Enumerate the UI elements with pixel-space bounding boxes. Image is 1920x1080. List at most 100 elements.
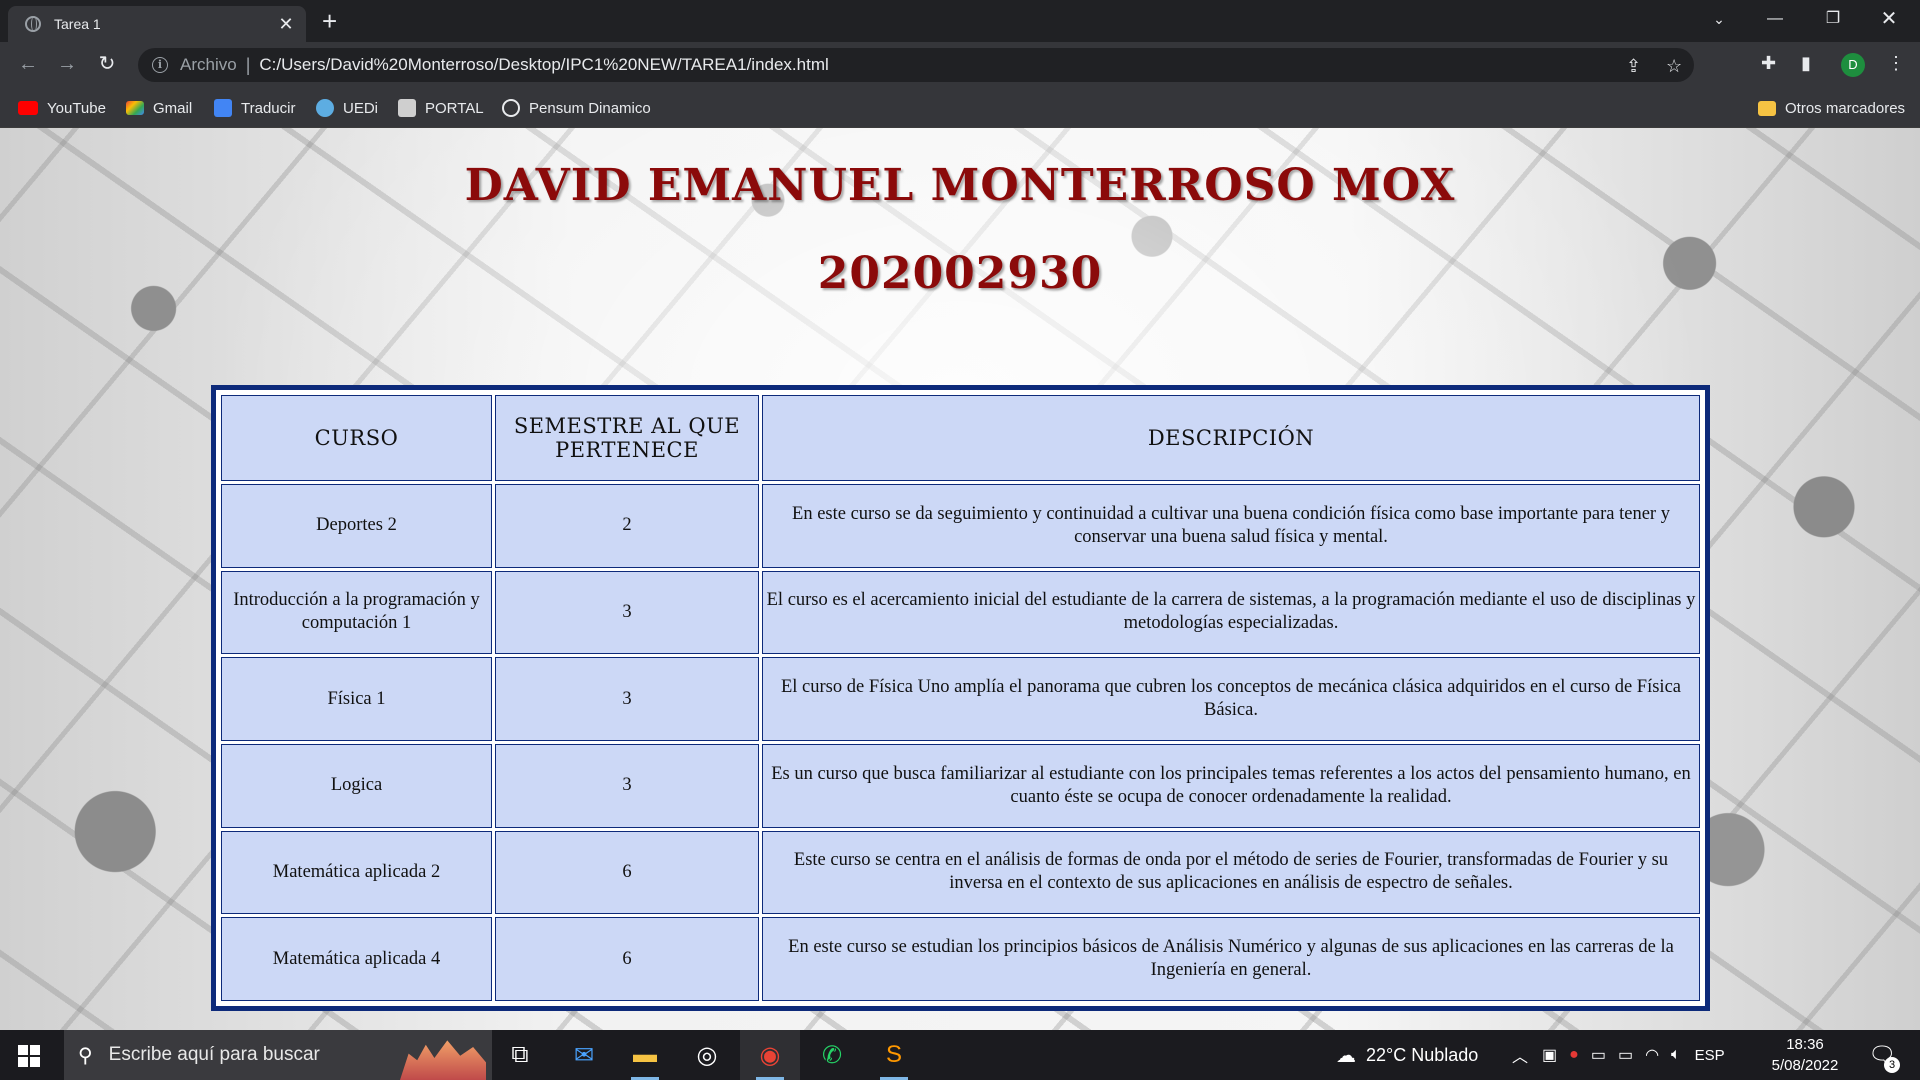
youtube-icon xyxy=(18,101,38,115)
cell-descripcion: Es un curso que busca familiarizar al es… xyxy=(762,743,1700,828)
cell-curso: Deportes 2 xyxy=(221,484,492,568)
folder-icon xyxy=(1758,100,1776,116)
new-tab-button[interactable]: + xyxy=(322,8,337,34)
taskbar-search[interactable]: ⚲ Escribe aquí para buscar xyxy=(64,1030,492,1080)
extensions-icon[interactable]: ✚ xyxy=(1761,53,1776,74)
cell-semestre: 2 xyxy=(495,484,759,568)
bookmark-traducir[interactable]: Traducir xyxy=(214,96,295,120)
star-icon[interactable]: ☆ xyxy=(1666,56,1682,77)
cell-descripcion: Este curso se centra en el análisis de f… xyxy=(762,830,1700,915)
bookmark-uedi[interactable]: UEDi xyxy=(316,96,378,120)
windows-logo-icon-part xyxy=(30,1057,40,1067)
globe-icon xyxy=(25,16,41,32)
clock-time: 18:36 xyxy=(1786,1036,1824,1053)
volume-icon[interactable]: 🔈︎ xyxy=(1671,1046,1681,1064)
cloud-icon: ☁ xyxy=(1336,1044,1356,1067)
battery-icon[interactable]: ▭ xyxy=(1618,1045,1633,1065)
tray-icons: ︿ ▣ ● ▭ ▭ ◠ 🔈︎ ESP xyxy=(1512,1030,1725,1080)
bookmark-youtube[interactable]: YouTube xyxy=(18,96,106,120)
bookmark-label: Traducir xyxy=(241,99,296,117)
notification-count-badge: 3 xyxy=(1884,1057,1900,1073)
bookmark-gmail[interactable]: Gmail xyxy=(126,96,192,120)
cell-curso: Matemática aplicada 2 xyxy=(221,830,492,915)
display-icon[interactable]: ▭ xyxy=(1591,1045,1606,1065)
table-row: Deportes 2 2 En este curso se da seguimi… xyxy=(221,484,1700,568)
close-tab-icon[interactable]: ✕ xyxy=(276,14,296,35)
cell-descripcion: En este curso se estudian los principios… xyxy=(762,917,1700,1001)
mail-app-icon[interactable]: ✉ xyxy=(554,1030,614,1080)
cell-semestre: 3 xyxy=(495,570,759,655)
translate-icon xyxy=(214,99,232,117)
file-explorer-icon[interactable]: ▬ xyxy=(615,1030,675,1080)
bookmark-label: Pensum Dinamico xyxy=(529,99,651,117)
cell-curso: Matemática aplicada 4 xyxy=(221,917,492,1001)
page-title: DAVID EMANUEL MONTERROSO MOX xyxy=(464,160,1456,211)
chevron-up-icon[interactable]: ︿ xyxy=(1512,1043,1528,1067)
address-bar[interactable]: i Archivo | C:/Users/David%20Monterroso/… xyxy=(138,48,1694,82)
language-indicator[interactable]: ESP xyxy=(1695,1047,1725,1064)
restore-button[interactable]: ❐ xyxy=(1810,4,1856,34)
cell-semestre: 6 xyxy=(495,917,759,1001)
taskbar-clock[interactable]: 18:36 5/08/2022 xyxy=(1755,1034,1855,1076)
forward-button[interactable]: → xyxy=(52,52,82,76)
whatsapp-app-icon[interactable]: ✆ xyxy=(802,1030,862,1080)
bookmark-label: Gmail xyxy=(153,99,193,117)
bookmarks-bar: YouTube Gmail Traducir UEDi PORTAL Pensu… xyxy=(0,88,1920,128)
uedi-icon xyxy=(316,99,334,117)
browser-toolbar: ← → ↻ i Archivo | C:/Users/David%20Monte… xyxy=(0,42,1920,88)
windows-taskbar: ⚲ Escribe aquí para buscar ⧉ ✉ ▬ ◎ ◉ ✆ S… xyxy=(0,1030,1920,1080)
tab-title: Tarea 1 xyxy=(54,16,101,32)
cell-descripcion: El curso es el acercamiento inicial del … xyxy=(762,570,1700,655)
search-icon: ⚲ xyxy=(78,1044,93,1067)
task-view-icon[interactable]: ⧉ xyxy=(490,1030,550,1080)
table-row: Física 1 3 El curso de Física Uno amplía… xyxy=(221,657,1700,741)
clock-date: 5/08/2022 xyxy=(1771,1057,1839,1074)
cell-semestre: 3 xyxy=(495,743,759,828)
bookmark-label: YouTube xyxy=(47,99,106,117)
weather-text: 22°C Nublado xyxy=(1366,1044,1479,1065)
bookmark-label: UEDi xyxy=(343,99,379,117)
browser-tab[interactable]: Tarea 1 ✕ xyxy=(8,6,306,42)
other-bookmarks-label: Otros marcadores xyxy=(1785,99,1906,117)
close-window-button[interactable]: ✕ xyxy=(1866,4,1912,34)
address-separator: | xyxy=(245,54,251,75)
cell-semestre: 3 xyxy=(495,657,759,741)
gmail-icon xyxy=(126,101,144,115)
back-button[interactable]: ← xyxy=(13,52,43,76)
reload-button[interactable]: ↻ xyxy=(92,52,122,76)
chrome-app-icon[interactable]: ◉ xyxy=(740,1030,800,1080)
cell-descripcion: En este curso se da seguimiento y contin… xyxy=(762,484,1700,568)
side-panel-icon[interactable]: ▮ xyxy=(1801,53,1811,74)
table-row: Logica 3 Es un curso que busca familiari… xyxy=(221,743,1700,828)
wifi-icon[interactable]: ◠ xyxy=(1645,1045,1659,1065)
windows-logo-icon xyxy=(18,1045,28,1055)
address-url[interactable]: C:/Users/David%20Monterroso/Desktop/IPC1… xyxy=(259,55,828,75)
start-button[interactable] xyxy=(18,1045,40,1067)
info-icon[interactable]: i xyxy=(152,57,168,73)
courses-table: CURSO SEMESTRE AL QUE PERTENECE DESCRIPC… xyxy=(218,392,1703,1004)
profile-avatar[interactable]: D xyxy=(1841,53,1865,77)
bookmark-portal[interactable]: PORTAL xyxy=(398,96,484,120)
browser-tab-strip: Tarea 1 ✕ + ⌄ — ❐ ✕ xyxy=(0,0,1920,42)
sublime-app-icon[interactable]: S xyxy=(864,1030,924,1080)
antivirus-icon[interactable]: ● xyxy=(1569,1046,1579,1064)
bookmark-pensum[interactable]: Pensum Dinamico xyxy=(502,96,651,120)
search-placeholder: Escribe aquí para buscar xyxy=(108,1044,320,1065)
address-scheme-label: Archivo xyxy=(180,55,237,74)
bookmark-label: PORTAL xyxy=(425,99,484,117)
share-icon[interactable]: ⇪ xyxy=(1626,56,1641,77)
other-bookmarks[interactable]: Otros marcadores xyxy=(1758,96,1905,120)
minimize-button[interactable]: — xyxy=(1752,4,1798,34)
menu-kebab-icon[interactable]: ⋮ xyxy=(1887,53,1905,74)
dell-app-icon[interactable]: ◎ xyxy=(677,1030,737,1080)
meet-icon[interactable]: ▣ xyxy=(1542,1045,1557,1065)
header-descripcion: DESCRIPCIÓN xyxy=(762,395,1700,481)
weather-widget[interactable]: ☁ 22°C Nublado xyxy=(1336,1030,1478,1080)
cell-curso: Introducción a la programación y computa… xyxy=(221,570,492,655)
tab-search-chevron-icon[interactable]: ⌄ xyxy=(1696,4,1742,34)
table-row: Matemática aplicada 4 6 En este curso se… xyxy=(221,917,1700,1001)
windows-logo-icon-part xyxy=(30,1045,40,1055)
table-row: Introducción a la programación y computa… xyxy=(221,570,1700,655)
table-header-row: CURSO SEMESTRE AL QUE PERTENECE DESCRIPC… xyxy=(221,395,1700,481)
courses-table-container: CURSO SEMESTRE AL QUE PERTENECE DESCRIPC… xyxy=(211,385,1710,1011)
